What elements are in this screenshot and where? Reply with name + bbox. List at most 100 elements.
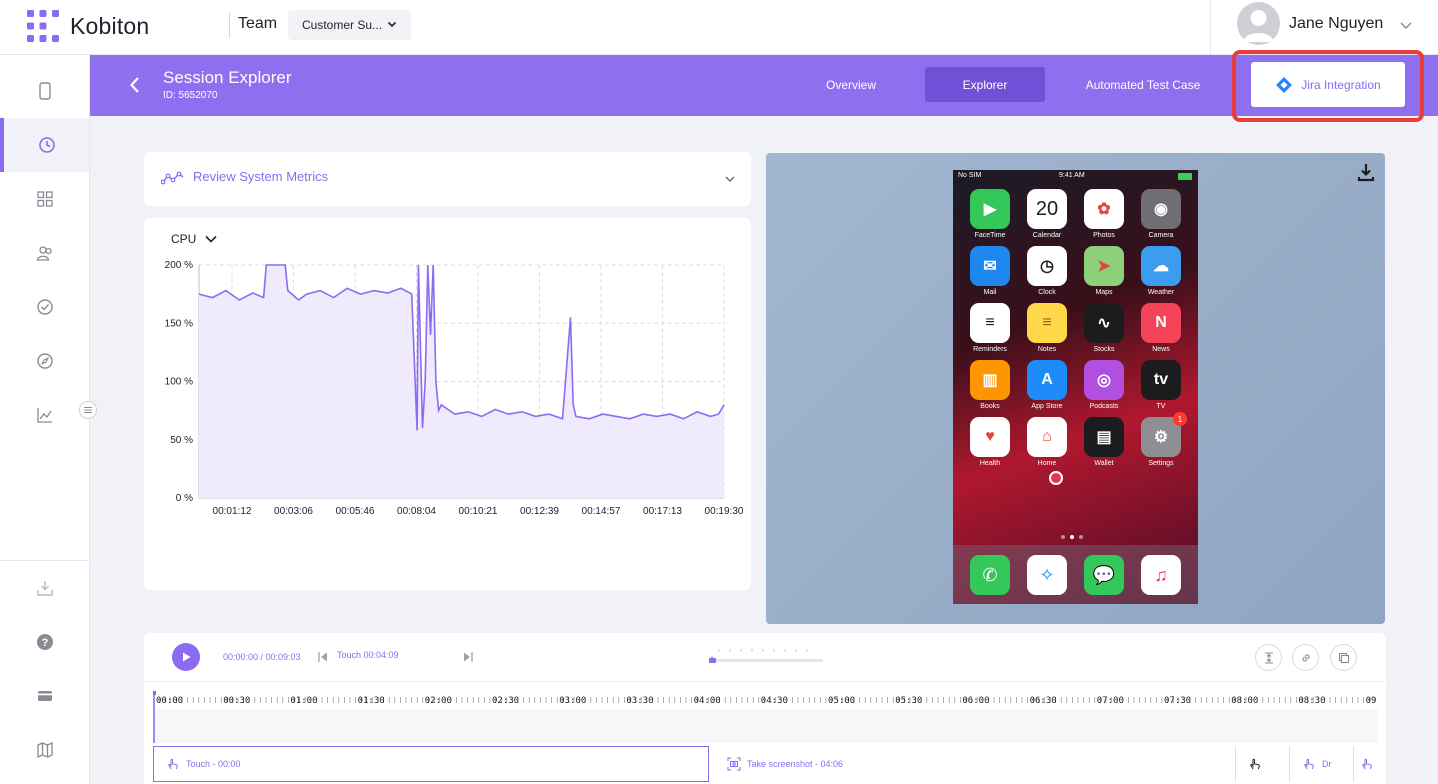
timeline-event-drag[interactable]: Dr: [1289, 746, 1349, 782]
device-icon: [38, 82, 51, 100]
app-icon-home[interactable]: ⌂ Home: [1027, 417, 1067, 467]
ruler-track: [153, 709, 1378, 743]
sidebar-item-tests[interactable]: [0, 280, 89, 334]
system-metrics-label: Review System Metrics: [193, 169, 329, 184]
copy-button[interactable]: [1330, 644, 1357, 671]
clock-icon: [38, 137, 55, 153]
ruler-label: 06:30: [1029, 696, 1057, 706]
y-tick-label: 100 %: [165, 377, 193, 388]
sidebar-item-help[interactable]: ?: [0, 615, 89, 669]
app-icon-facetime[interactable]: ▶ FaceTime: [970, 189, 1010, 239]
app-icon-weather[interactable]: ☁ Weather: [1141, 246, 1181, 296]
tab-automated-test-case[interactable]: Automated Test Case: [1075, 67, 1211, 102]
app-icon-mail[interactable]: ✉ Mail: [970, 246, 1010, 296]
touch-marker: [1049, 471, 1063, 485]
sidebar-item-downloads[interactable]: [0, 561, 89, 615]
session-id: ID: 5652070: [163, 90, 218, 101]
card-icon: [37, 691, 52, 701]
app-name: Weather: [1147, 289, 1175, 296]
dock-safari-icon[interactable]: ✧: [1027, 555, 1067, 595]
map-icon: [36, 741, 53, 759]
copy-link-button[interactable]: [1292, 644, 1319, 671]
fit-timeline-button[interactable]: [1255, 644, 1282, 671]
timeline-event-label: Dr: [1322, 759, 1332, 769]
app-icon-news[interactable]: N News: [1141, 303, 1181, 353]
app-icon-app-store[interactable]: A App Store: [1027, 360, 1067, 410]
ruler-label: 02:30: [492, 696, 520, 706]
app-name: App Store: [1031, 403, 1063, 410]
timeline-event-touch-2[interactable]: [1235, 746, 1269, 782]
dock-phone-icon[interactable]: ✆: [970, 555, 1010, 595]
y-tick-label: 0 %: [176, 493, 193, 504]
sidebar-item-apps[interactable]: [0, 172, 89, 226]
y-tick-label: 150 %: [165, 318, 193, 329]
x-tick-label: 00:19:30: [705, 506, 744, 517]
cpu-chart-card: CPU 0 % 50 % 100 % 150 % 200 % 00:01:12 00:03:…: [144, 218, 751, 590]
app-icon-notes[interactable]: ≡ Notes: [1027, 303, 1067, 353]
sidebar-item-explore[interactable]: [0, 334, 89, 388]
sidebar-item-billing[interactable]: [0, 669, 89, 723]
notification-badge: 1: [1173, 412, 1187, 426]
app-icon-reminders[interactable]: ≡ Reminders: [970, 303, 1010, 353]
dock-music-icon[interactable]: ♫: [1141, 555, 1181, 595]
app-icon-settings[interactable]: ⚙ Settings 1: [1141, 412, 1187, 467]
app-icon-podcasts[interactable]: ◎ Podcasts: [1084, 360, 1124, 410]
tab-overview[interactable]: Overview: [806, 67, 896, 102]
app-tile-icon: ▥: [970, 360, 1010, 400]
app-icon-health[interactable]: ♥ Health: [970, 417, 1010, 467]
app-icon-books[interactable]: ▥ Books: [970, 360, 1010, 410]
team-select[interactable]: Customer Su...: [288, 10, 411, 40]
user-menu[interactable]: Jane Nguyen: [1210, 0, 1438, 55]
timeline-event-label: Take screenshot - 04:06: [747, 759, 844, 769]
sidebar-item-users[interactable]: [0, 226, 89, 280]
sidebar-collapse-handle[interactable]: [79, 401, 97, 419]
brand-logo[interactable]: Kobiton: [26, 9, 149, 43]
app-tile-icon: N: [1141, 303, 1181, 343]
x-tick-label: 00:01:12: [213, 506, 252, 517]
app-icon-calendar[interactable]: 20 Calendar: [1027, 189, 1067, 239]
kobiton-logo-icon: [27, 10, 59, 42]
tab-explorer[interactable]: Explorer: [925, 67, 1045, 102]
app-tile-icon: ⌂: [1027, 417, 1067, 457]
app-icon-photos[interactable]: ✿ Photos: [1084, 189, 1124, 239]
chevron-down-icon: [387, 21, 397, 28]
device-screen[interactable]: No SIM 9:41 AM ▶ FaceTime 20 Calendar ✿ Photo…: [953, 170, 1198, 604]
download-icon[interactable]: [1356, 162, 1376, 182]
app-name: Wallet: [1094, 460, 1114, 467]
app-name: Home: [1037, 460, 1057, 467]
jira-integration-button[interactable]: Jira Integration: [1251, 62, 1405, 107]
timeline-event-screenshot[interactable]: Take screenshot - 04:06: [715, 746, 1235, 782]
dock-messages-icon[interactable]: 💬: [1084, 555, 1124, 595]
ruler-label: 00:00: [156, 696, 184, 706]
app-tile-icon: ✉: [970, 246, 1010, 286]
app-icon-tv[interactable]: tv TV: [1141, 360, 1181, 410]
next-action-icon[interactable]: [462, 651, 474, 663]
app-icon-wallet[interactable]: ▤ Wallet: [1084, 417, 1124, 467]
playhead-handle[interactable]: [153, 691, 156, 695]
play-button[interactable]: [172, 643, 200, 671]
app-icon-maps[interactable]: ➤ Maps: [1084, 246, 1124, 296]
jira-integration-label: Jira Integration: [1301, 77, 1381, 92]
back-arrow-icon[interactable]: [128, 75, 142, 95]
timeline-event-touch-3[interactable]: [1353, 746, 1378, 782]
app-icon-stocks[interactable]: ∿ Stocks: [1084, 303, 1124, 353]
app-icon-camera[interactable]: ◉ Camera: [1141, 189, 1181, 239]
system-metrics-panel[interactable]: Review System Metrics: [144, 152, 751, 206]
chart-icon: [36, 408, 52, 423]
app-name: Health: [979, 460, 1001, 467]
page-title: Session Explorer: [163, 68, 292, 87]
timeline-ruler[interactable]: 00:00 00:30 01:00 01:30 02:00 02:30 03:00 03:30…: [153, 691, 1378, 743]
y-tick-label: 200 %: [165, 260, 193, 271]
speed-slider[interactable]: [709, 647, 824, 667]
sidebar-item-map[interactable]: [0, 723, 89, 777]
app-icon-clock[interactable]: ◷ Clock: [1027, 246, 1067, 296]
link-icon: [1301, 653, 1310, 662]
sidebar-item-devices[interactable]: [0, 64, 89, 118]
sidebar-item-analytics[interactable]: [0, 388, 89, 442]
sidebar-item-sessions[interactable]: [0, 118, 89, 172]
previous-action-icon[interactable]: [317, 651, 329, 663]
expand-vertical-icon: [1264, 651, 1273, 664]
ruler-label: 05:30: [895, 696, 923, 706]
app-name: Notes: [1037, 346, 1057, 353]
timeline-event-touch[interactable]: Touch - 00:00: [153, 746, 709, 782]
